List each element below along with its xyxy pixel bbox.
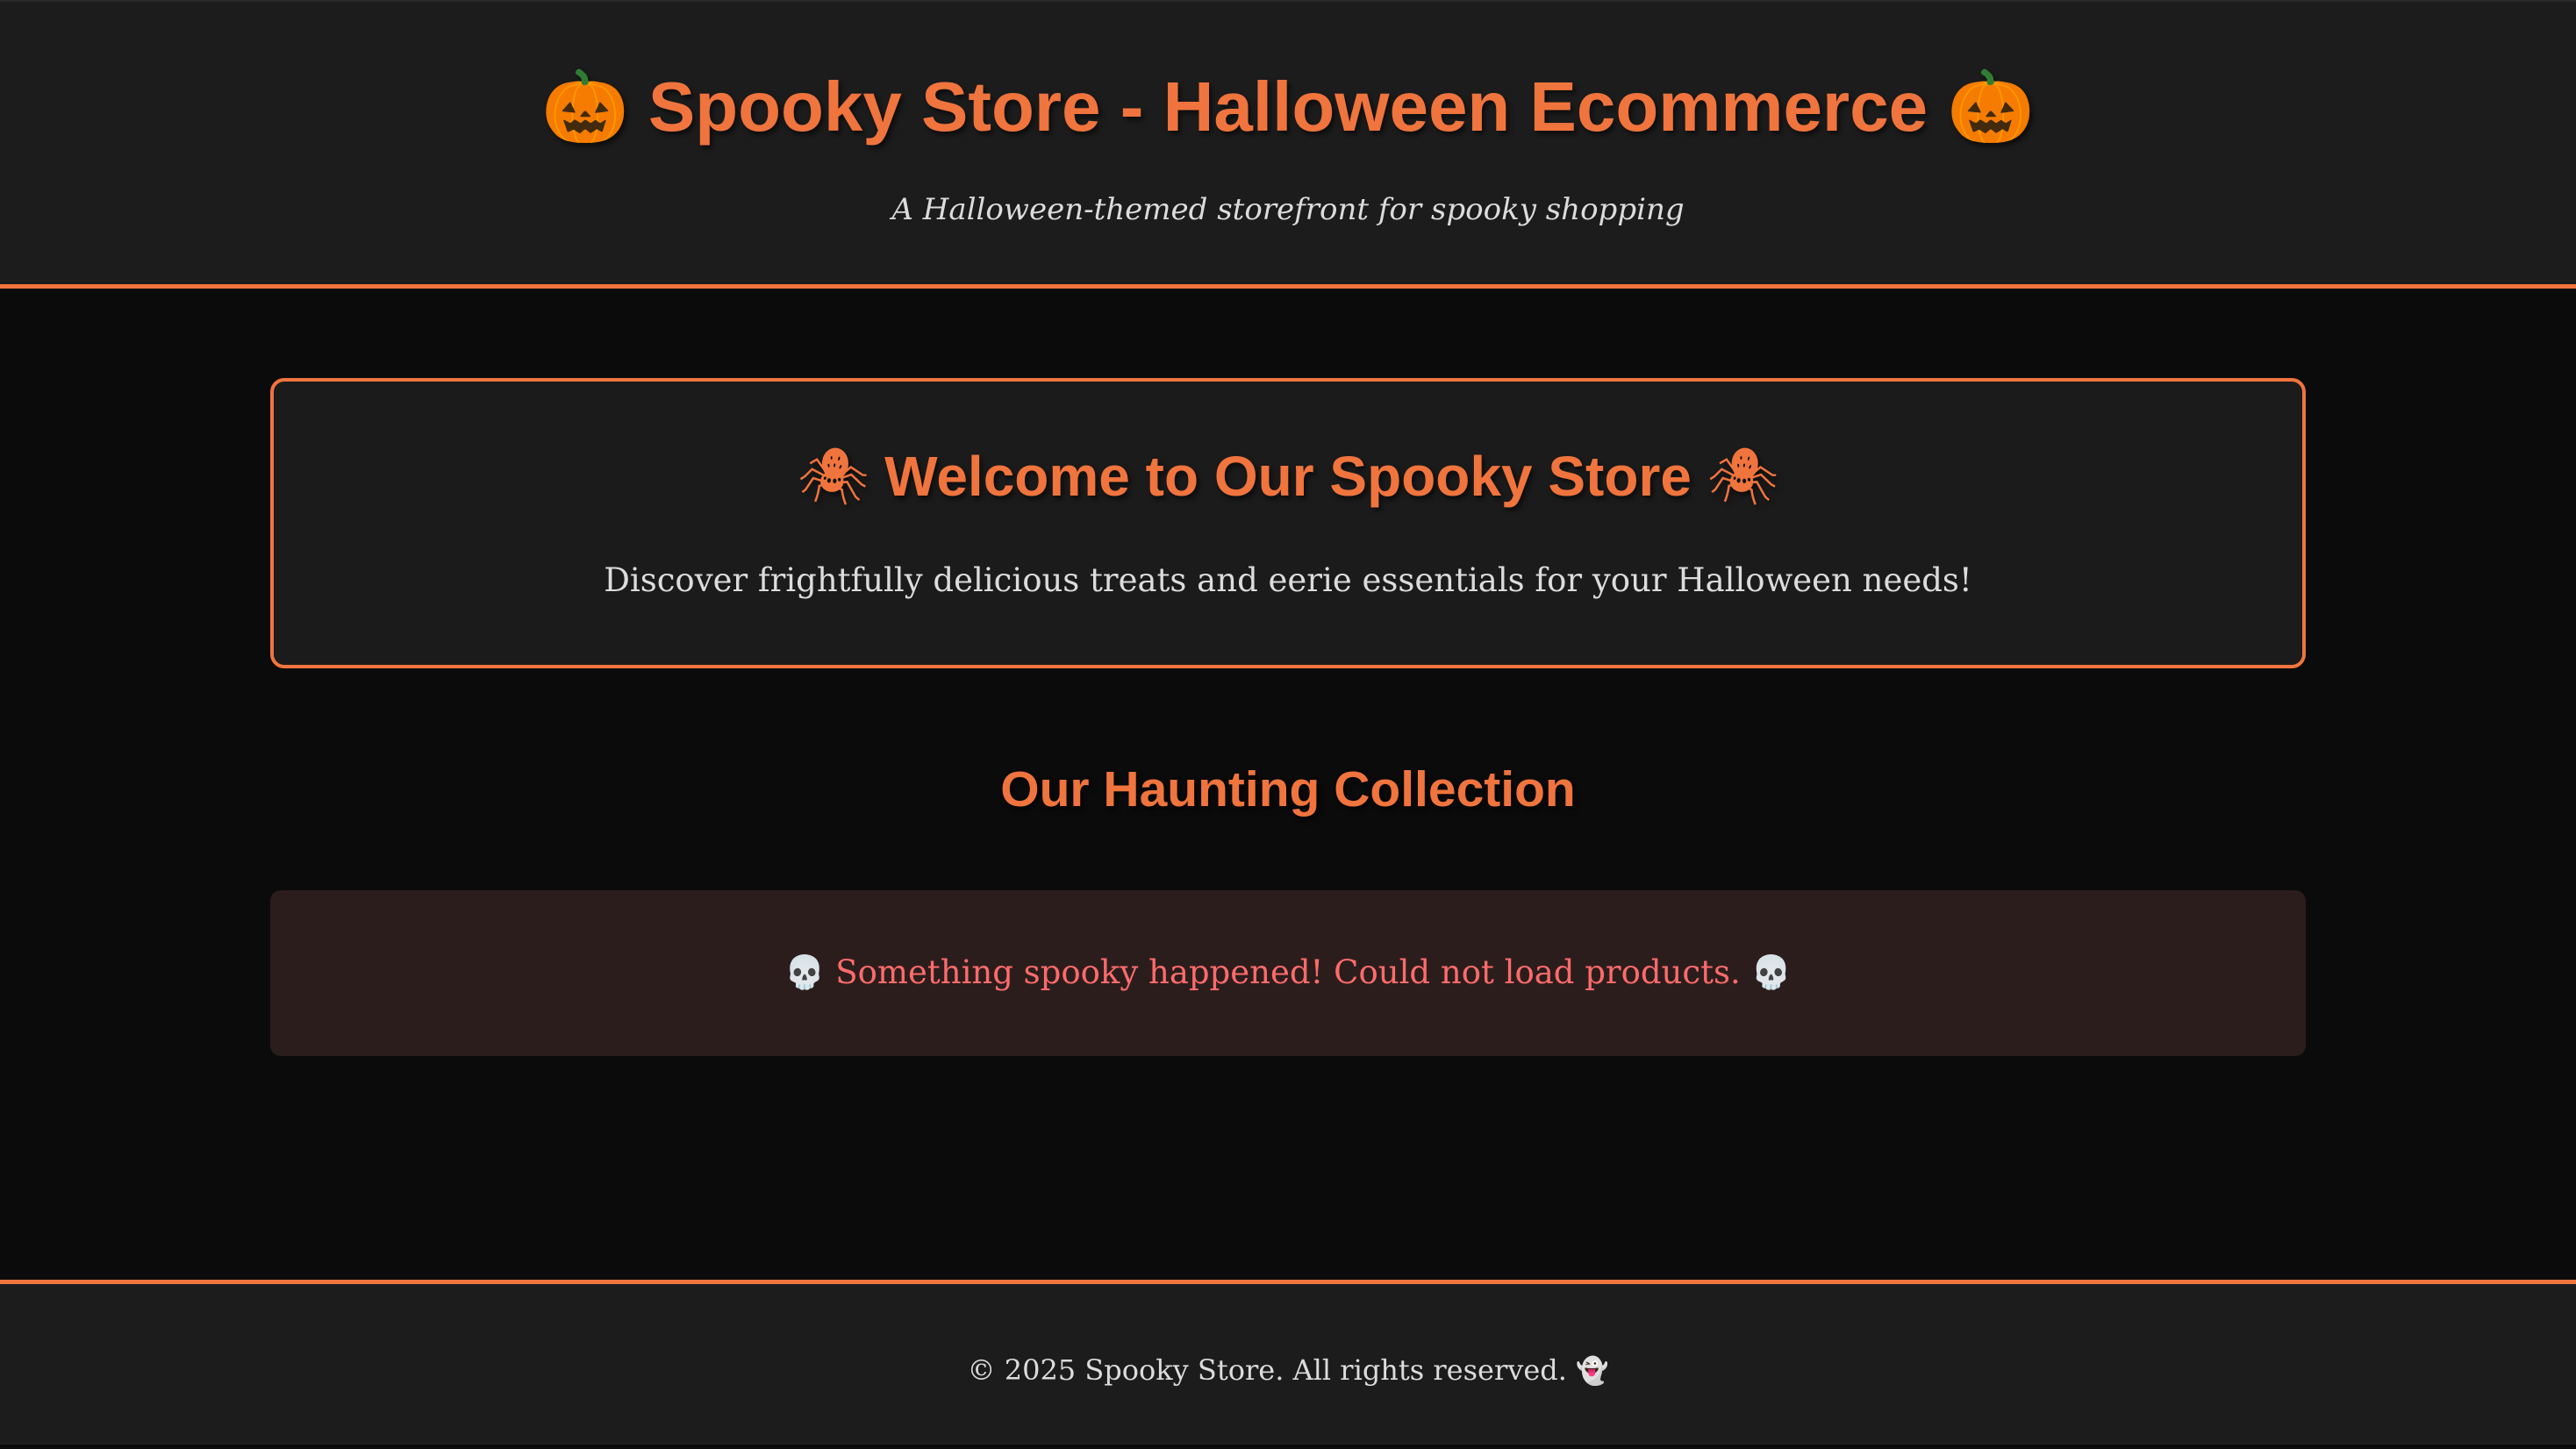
site-subtitle: A Halloween-themed storefront for spooky…: [891, 192, 1685, 227]
copyright-text: © 2025 Spooky Store. All rights reserved…: [967, 1353, 1567, 1387]
welcome-title-text: Welcome to Our Spooky Store: [884, 445, 1692, 508]
pumpkin-icon: 🎃: [541, 66, 629, 147]
collection-title: Our Haunting Collection: [1000, 761, 1576, 817]
site-title: 🎃 Spooky Store - Halloween Ecommerce 🎃: [0, 63, 2576, 151]
welcome-description: Discover frightfully delicious treats an…: [604, 561, 1972, 599]
site-header: 🎃 Spooky Store - Halloween Ecommerce 🎃 A…: [0, 0, 2576, 289]
spider-icon: 🕷: [798, 445, 869, 510]
error-message: 💀 Something spooky happened! Could not l…: [270, 950, 2306, 996]
ghost-icon: 👻: [1576, 1356, 1609, 1387]
error-message-text: Something spooky happened! Could not loa…: [835, 953, 1741, 991]
welcome-card: 🕷 Welcome to Our Spooky Store 🕷 Discover…: [270, 378, 2306, 668]
welcome-title: 🕷 Welcome to Our Spooky Store 🕷: [274, 441, 2302, 512]
pumpkin-icon: 🎃: [1947, 66, 2035, 147]
error-message-box: 💀 Something spooky happened! Could not l…: [270, 890, 2306, 1056]
footer-text: © 2025 Spooky Store. All rights reserved…: [0, 1351, 2576, 1391]
site-footer: © 2025 Spooky Store. All rights reserved…: [0, 1280, 2576, 1445]
skull-icon: 💀: [1750, 953, 1792, 991]
skull-icon: 💀: [784, 953, 826, 991]
site-title-text: Spooky Store - Halloween Ecommerce: [648, 68, 1928, 146]
spider-icon: 🕷: [1707, 445, 1778, 510]
